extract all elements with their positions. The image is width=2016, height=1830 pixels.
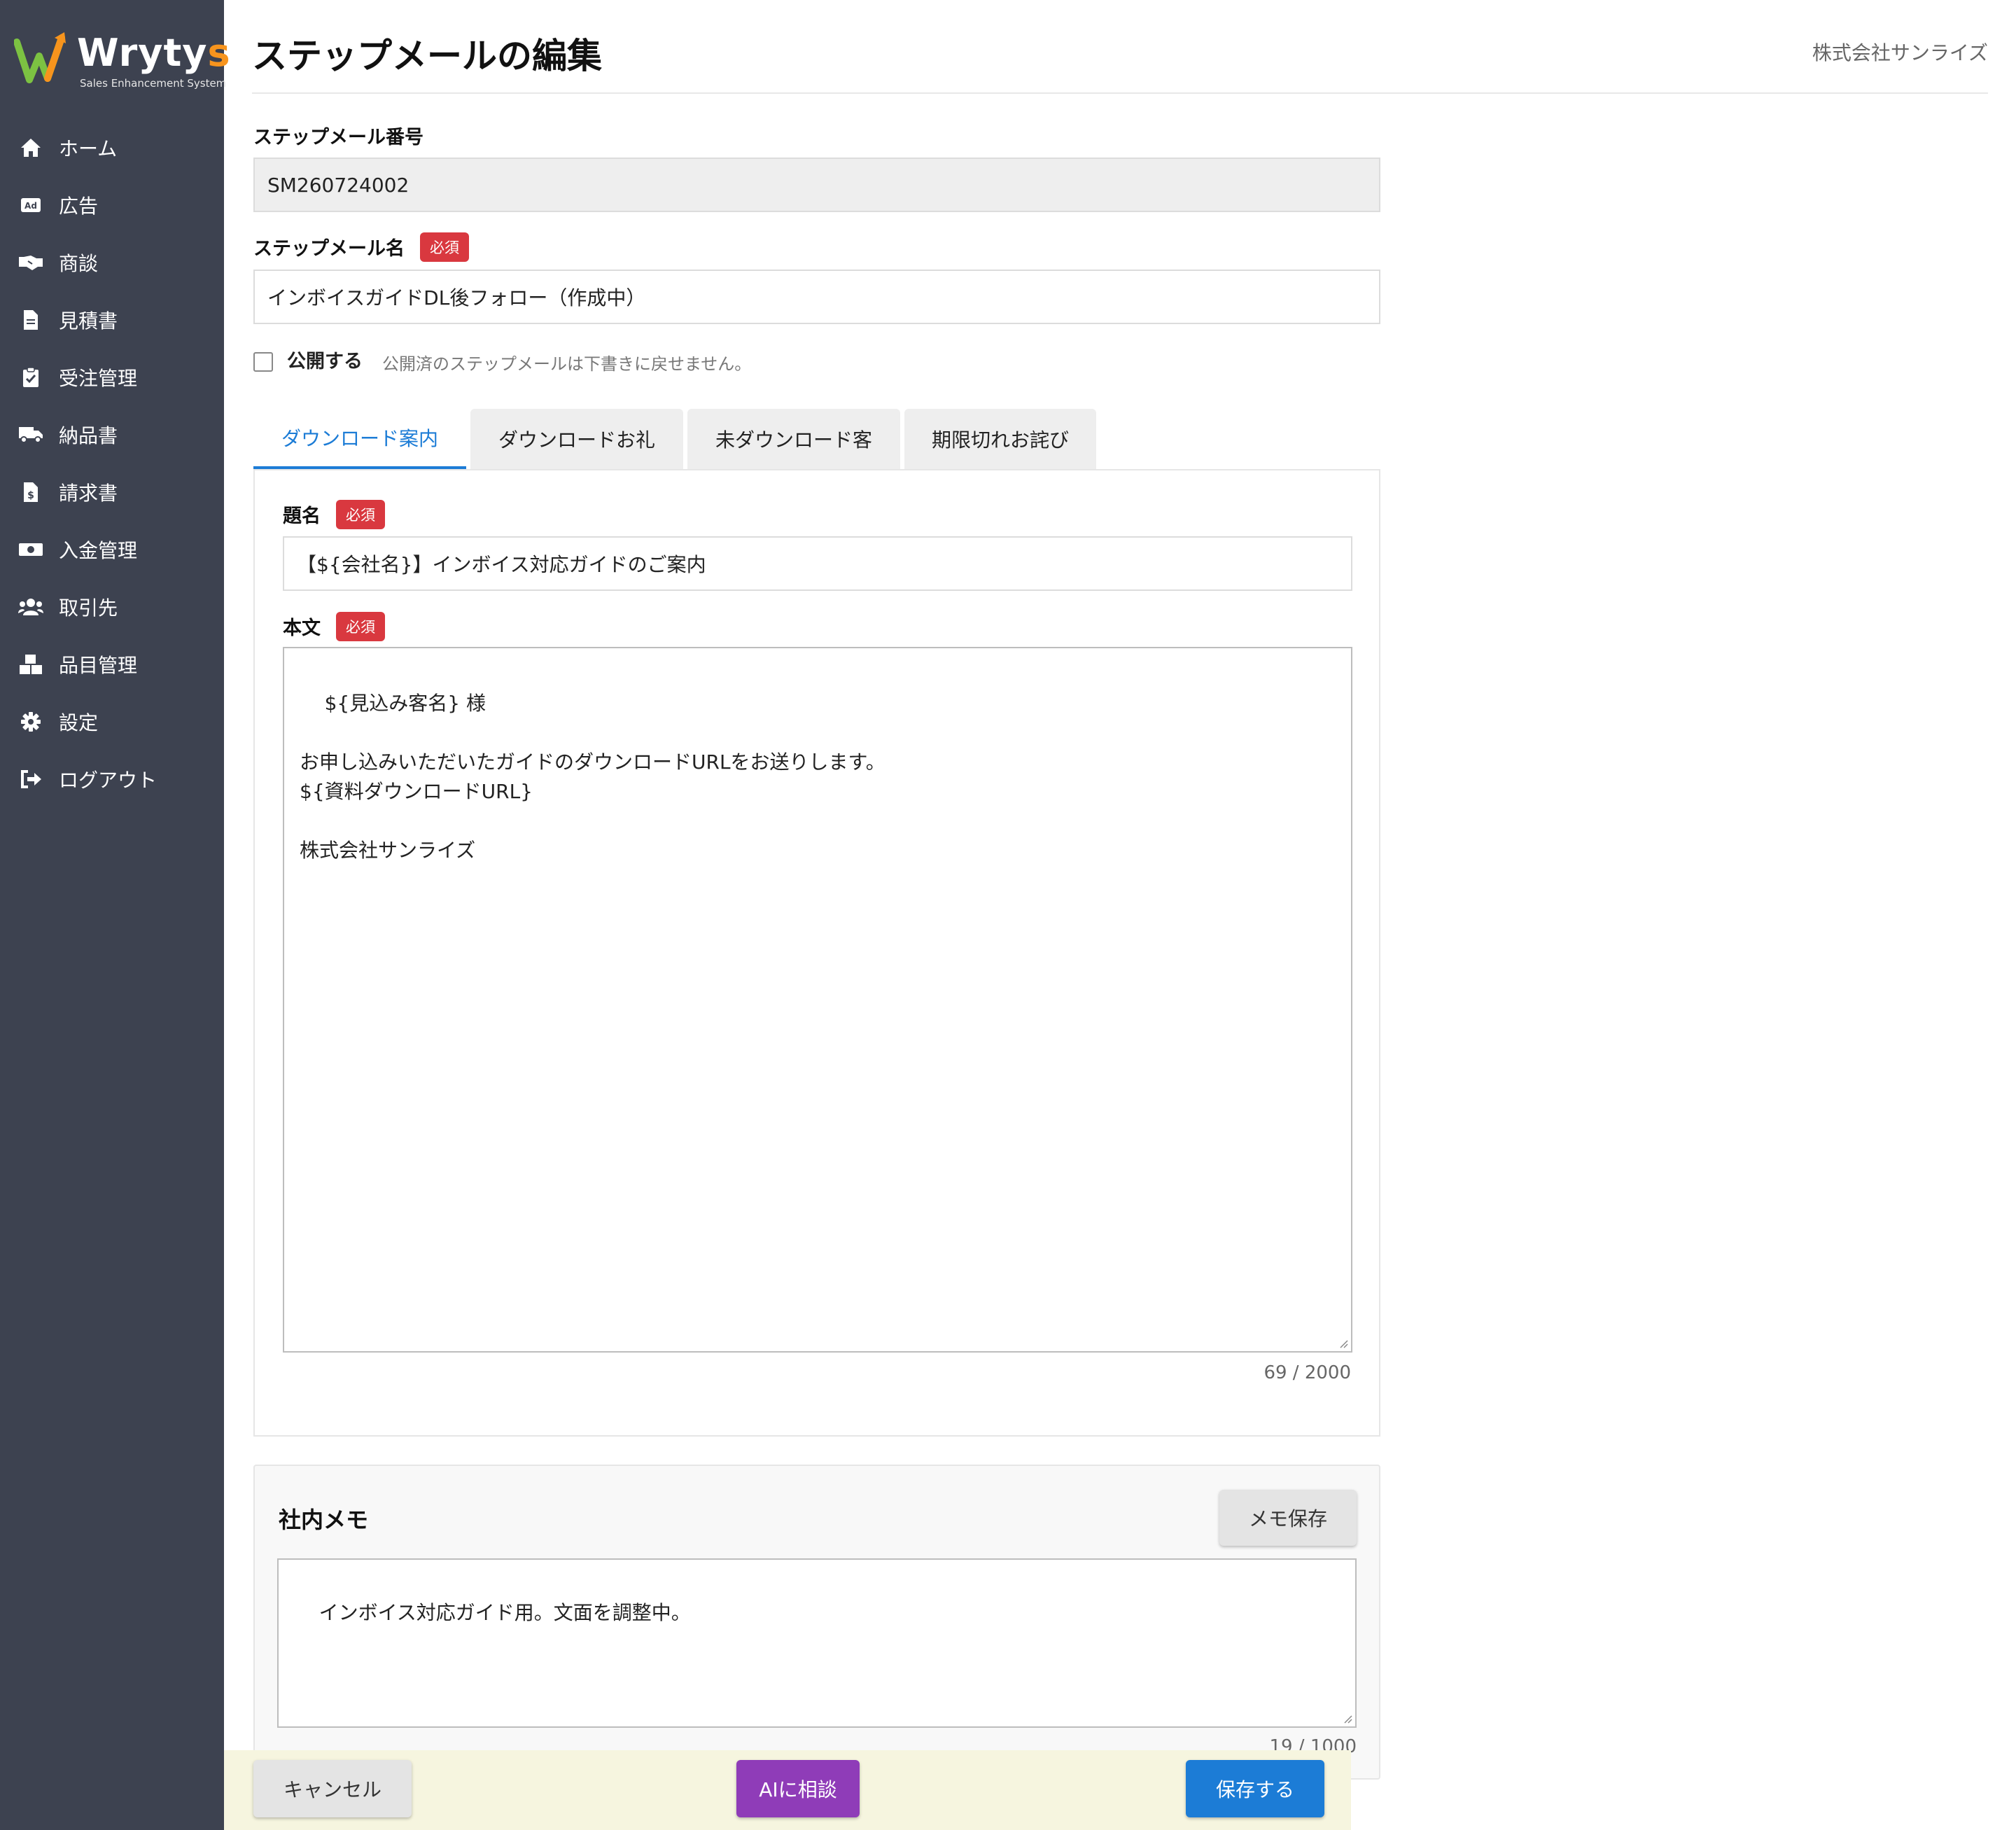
ad-icon: Ad — [18, 193, 43, 218]
footer-action-bar: キャンセル AIに相談 保存する — [224, 1750, 1351, 1830]
logout-icon — [18, 767, 43, 792]
save-button[interactable]: 保存する — [1186, 1760, 1324, 1817]
required-badge: 必須 — [336, 500, 385, 529]
truck-icon — [18, 422, 43, 447]
internal-memo-panel: 社内メモ メモ保存 インボイス対応ガイド用。文面を調整中。 19 / 1000 — [253, 1465, 1380, 1780]
tab-download-thanks[interactable]: ダウンロードお礼 — [470, 409, 683, 469]
logo-mark-icon — [14, 32, 66, 83]
users-icon — [18, 594, 43, 620]
invoice-icon: $ — [18, 480, 43, 505]
sidebar-item-invoices[interactable]: $ 請求書 — [0, 463, 224, 521]
sidebar-item-label: 請求書 — [59, 482, 118, 505]
subject-label: 題名 必須 — [283, 500, 385, 529]
publish-note: 公開済のステップメールは下書きに戻せません。 — [382, 354, 752, 374]
sidebar-item-label: 広告 — [59, 195, 99, 218]
header-divider — [252, 92, 1988, 94]
step-tabs: ダウンロード案内 ダウンロードお礼 未ダウンロード客 期限切れお詫び — [253, 409, 1100, 469]
sidebar-item-ads[interactable]: Ad 広告 — [0, 176, 224, 234]
company-name: 株式会社サンライズ — [1812, 41, 1988, 64]
step-mail-name-input[interactable]: インボイスガイドDL後フォロー（作成中） — [253, 270, 1380, 324]
sidebar-item-home[interactable]: ホーム — [0, 119, 224, 176]
cancel-button[interactable]: キャンセル — [253, 1760, 412, 1817]
sidebar-item-label: ホーム — [59, 137, 118, 160]
sidebar-item-settings[interactable]: 設定 — [0, 693, 224, 750]
body-textarea[interactable]: ${見込み客名} 様 お申し込みいただいたガイドのダウンロードURLをお送りしま… — [283, 647, 1352, 1353]
memo-textarea[interactable]: インボイス対応ガイド用。文面を調整中。 — [277, 1558, 1357, 1728]
sidebar: Wrytys Sales Enhancement System ホーム Ad 広… — [0, 0, 230, 1830]
logo-text: Wrytys — [77, 31, 231, 75]
sidebar-item-delivery[interactable]: 納品書 — [0, 406, 224, 463]
step-mail-number-field: SM260724002 — [253, 158, 1380, 212]
sidebar-item-label: 商談 — [59, 252, 99, 275]
tab-expired-apology[interactable]: 期限切れお詫び — [904, 409, 1096, 469]
tab-not-downloaded[interactable]: 未ダウンロード客 — [687, 409, 900, 469]
page-title: ステップメールの編集 — [252, 36, 602, 76]
ai-consult-button[interactable]: AIに相談 — [736, 1760, 860, 1817]
sidebar-item-label: 品目管理 — [59, 654, 138, 677]
document-icon — [18, 307, 43, 333]
sidebar-nav: ホーム Ad 広告 商談 見積書 受注管理 納品書 $ 請求書 入金管理 取引先… — [0, 119, 224, 808]
memo-save-button[interactable]: メモ保存 — [1219, 1490, 1357, 1546]
memo-text: インボイス対応ガイド用。文面を調整中。 — [318, 1601, 691, 1624]
sidebar-item-products[interactable]: 品目管理 — [0, 636, 224, 693]
sidebar-item-label: 設定 — [59, 711, 99, 734]
sidebar-item-label: ログアウト — [59, 769, 158, 792]
resize-handle-icon[interactable] — [1341, 1712, 1352, 1724]
tab-download-guide[interactable]: ダウンロード案内 — [253, 409, 466, 469]
memo-title: 社内メモ — [279, 1507, 369, 1533]
sidebar-item-estimates[interactable]: 見積書 — [0, 291, 224, 349]
body-text: ${見込み客名} 様 お申し込みいただいたガイドのダウンロードURLをお送りしま… — [300, 692, 886, 862]
sidebar-item-label: 入金管理 — [59, 539, 138, 562]
step-mail-name-label: ステップメール名 必須 — [253, 232, 469, 262]
gear-icon — [18, 709, 43, 734]
sidebar-item-label: 受注管理 — [59, 367, 138, 390]
svg-text:Ad: Ad — [24, 201, 37, 211]
resize-handle-icon[interactable] — [1337, 1337, 1348, 1348]
tab-panel: 題名 必須 【${会社名}】インボイス対応ガイドのご案内 本文 必須 ${見込み客名… — [253, 469, 1380, 1437]
app-logo[interactable]: Wrytys Sales Enhancement System — [14, 28, 230, 98]
handshake-icon — [18, 250, 43, 275]
publish-label[interactable]: 公開する — [287, 346, 363, 373]
sidebar-item-clients[interactable]: 取引先 — [0, 578, 224, 636]
step-mail-number-label: ステップメール番号 — [253, 127, 424, 148]
required-badge: 必須 — [420, 232, 469, 262]
boxes-icon — [18, 652, 43, 677]
svg-text:$: $ — [27, 490, 34, 501]
sidebar-item-orders[interactable]: 受注管理 — [0, 349, 224, 406]
sidebar-item-payments[interactable]: 入金管理 — [0, 521, 224, 578]
sidebar-item-label: 見積書 — [59, 309, 118, 333]
body-label: 本文 必須 — [283, 612, 385, 641]
money-icon — [18, 537, 43, 562]
required-badge: 必須 — [336, 612, 385, 641]
sidebar-item-label: 取引先 — [59, 596, 118, 620]
sidebar-item-label: 納品書 — [59, 424, 118, 447]
logo-subtitle: Sales Enhancement System — [80, 77, 227, 90]
sidebar-item-logout[interactable]: ログアウト — [0, 750, 224, 808]
clipboard-check-icon — [18, 365, 43, 390]
subject-input[interactable]: 【${会社名}】インボイス対応ガイドのご案内 — [283, 536, 1352, 591]
home-icon — [18, 135, 43, 160]
body-char-counter: 69 / 2000 — [1264, 1362, 1351, 1383]
sidebar-item-deals[interactable]: 商談 — [0, 234, 224, 291]
publish-checkbox[interactable] — [253, 352, 273, 372]
